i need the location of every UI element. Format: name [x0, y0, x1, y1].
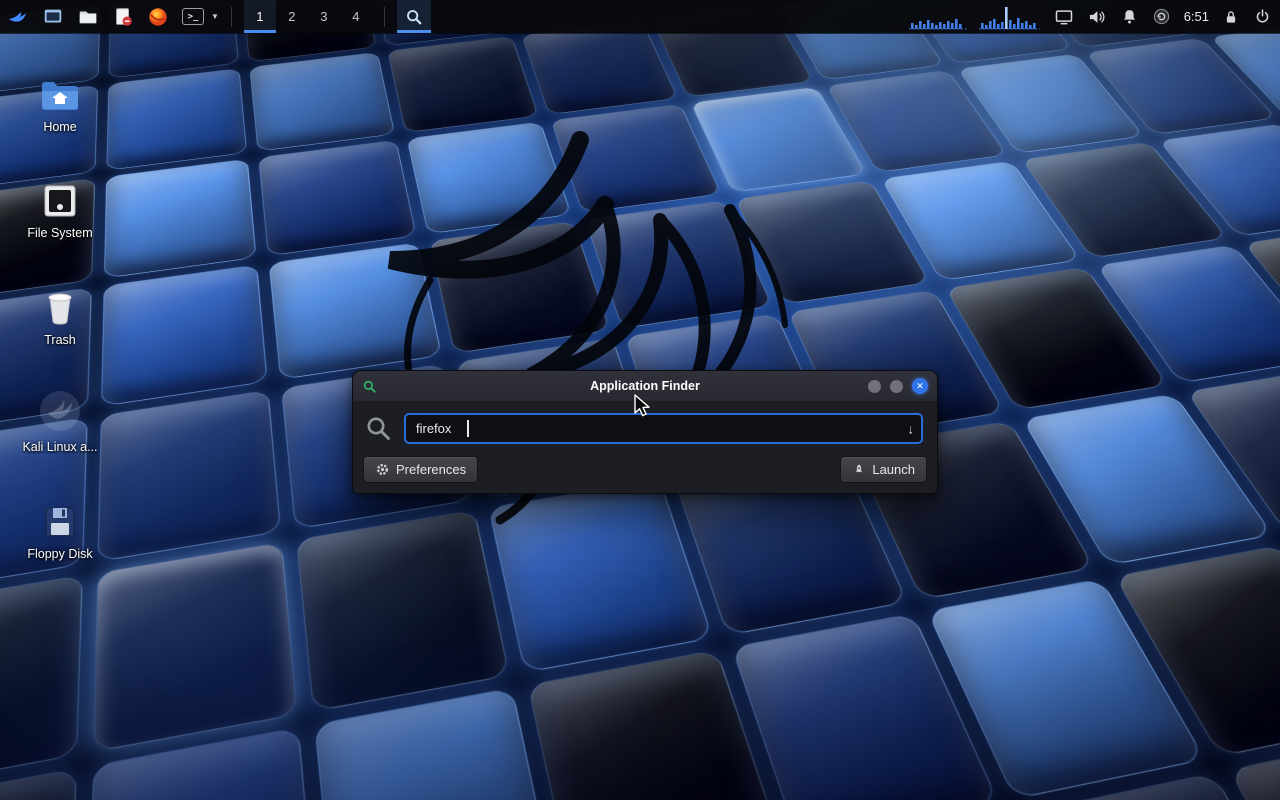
- preferences-button-label: Preferences: [396, 462, 466, 477]
- workspace-switcher: 1 2 3 4: [244, 0, 372, 33]
- workspace-1[interactable]: 1: [244, 0, 276, 33]
- kali-desktop: Home File System Trash Kali Linux a...: [0, 0, 1280, 800]
- terminal-icon: >_: [182, 8, 204, 25]
- desktop-icon-trash[interactable]: Trash: [5, 247, 115, 347]
- launch-button-label: Launch: [872, 462, 915, 477]
- wallpaper-cube: [551, 104, 722, 213]
- file-manager-icon: [77, 6, 99, 28]
- system-load-graph[interactable]: [909, 4, 1041, 30]
- preferences-button[interactable]: Preferences: [363, 456, 478, 483]
- wallpaper-cube: [250, 52, 395, 152]
- logout-power-icon[interactable]: [1253, 7, 1272, 26]
- maximize-button[interactable]: [890, 380, 903, 393]
- wallpaper-cube: [0, 768, 76, 800]
- application-finder-window: Application Finder ✕ ↓: [352, 370, 938, 494]
- wallpaper-cube: [0, 574, 82, 794]
- terminal-launcher[interactable]: >_: [180, 0, 206, 33]
- text-editor-launcher[interactable]: [110, 0, 136, 33]
- workspace-2[interactable]: 2: [276, 0, 308, 33]
- status-update-icon[interactable]: [1152, 7, 1171, 26]
- down-arrow-icon: ↓: [908, 421, 915, 436]
- desktop-icon-kali-linux[interactable]: Kali Linux a...: [5, 354, 115, 454]
- wallpaper-cube: [387, 36, 538, 133]
- applications-menu-button[interactable]: [5, 0, 31, 33]
- window-titlebar[interactable]: Application Finder ✕: [353, 371, 937, 401]
- text-caret: [467, 420, 469, 437]
- wallpaper-cube: [407, 122, 572, 235]
- wallpaper-cube: [97, 390, 281, 562]
- firefox-icon: [147, 6, 169, 28]
- search-input[interactable]: [404, 413, 923, 444]
- text-editor-icon: [112, 6, 134, 28]
- application-finder-icon: [362, 379, 377, 394]
- desktop-icon-label: Home: [43, 120, 76, 134]
- home-icon: [40, 79, 80, 113]
- finder-button-row: Preferences Launch: [353, 454, 937, 493]
- wallpaper-cube: [296, 509, 510, 711]
- wallpaper-cube: [93, 541, 298, 752]
- kali-installer-icon: [38, 389, 82, 433]
- wallpaper-cube: [488, 479, 713, 673]
- close-icon: ✕: [916, 381, 924, 392]
- firefox-launcher[interactable]: [145, 0, 171, 33]
- launch-button[interactable]: Launch: [840, 456, 927, 483]
- close-button[interactable]: ✕: [912, 378, 928, 394]
- desktop-icon-label: Floppy Disk: [27, 547, 92, 561]
- desktop-icon-label: Trash: [44, 333, 76, 347]
- wallpaper-cube: [106, 68, 247, 171]
- desktop-icon-filesystem[interactable]: File System: [5, 140, 115, 240]
- terminal-prompt-glyph: >_: [188, 12, 199, 22]
- kali-logo-icon: [6, 5, 30, 29]
- desktop-icon-label: Kali Linux a...: [22, 440, 97, 454]
- desktop-icon-label: File System: [27, 226, 92, 240]
- titlebar-buttons: ✕: [868, 378, 928, 394]
- floppy-disk-icon: [42, 504, 78, 540]
- notifications-bell-icon[interactable]: [1120, 7, 1139, 26]
- search-input-wrap: ↓: [404, 413, 923, 444]
- clock[interactable]: 6:51: [1184, 9, 1209, 24]
- window-title: Application Finder: [590, 379, 700, 393]
- top-panel: >_ ▼ 1 2 3 4: [0, 0, 1280, 33]
- show-desktop-button[interactable]: [40, 0, 66, 33]
- launch-icon: [852, 463, 866, 477]
- trash-icon: [42, 290, 78, 326]
- filesystem-icon: [42, 183, 78, 219]
- minimize-button[interactable]: [868, 380, 881, 393]
- file-manager-launcher[interactable]: [75, 0, 101, 33]
- search-icon: [365, 415, 392, 442]
- volume-icon[interactable]: [1087, 7, 1107, 27]
- wallpaper-cube: [101, 265, 268, 407]
- wallpaper-cube: [269, 242, 442, 380]
- window-icon: [42, 6, 64, 28]
- wallpaper-cube: [429, 221, 610, 354]
- panel-separator: [384, 7, 385, 27]
- display-icon[interactable]: [1054, 7, 1074, 27]
- taskbar-application-finder-button[interactable]: [397, 0, 431, 33]
- search-row: ↓: [353, 401, 937, 454]
- lock-icon[interactable]: [1222, 8, 1240, 26]
- desktop-icon-floppy-disk[interactable]: Floppy Disk: [5, 461, 115, 561]
- search-icon: [405, 8, 423, 26]
- workspace-4[interactable]: 4: [340, 0, 372, 33]
- panel-separator: [231, 7, 232, 27]
- panel-right-section: 6:51: [909, 0, 1280, 33]
- panel-left-section: >_ ▼ 1 2 3 4: [0, 0, 431, 33]
- wallpaper-cube: [521, 21, 678, 115]
- workspace-3[interactable]: 3: [308, 0, 340, 33]
- chevron-down-icon[interactable]: ▼: [211, 12, 219, 21]
- wallpaper-cube: [259, 140, 417, 256]
- gear-icon: [375, 462, 390, 477]
- desktop-icon-home[interactable]: Home: [5, 34, 115, 134]
- wallpaper-cube: [104, 159, 257, 279]
